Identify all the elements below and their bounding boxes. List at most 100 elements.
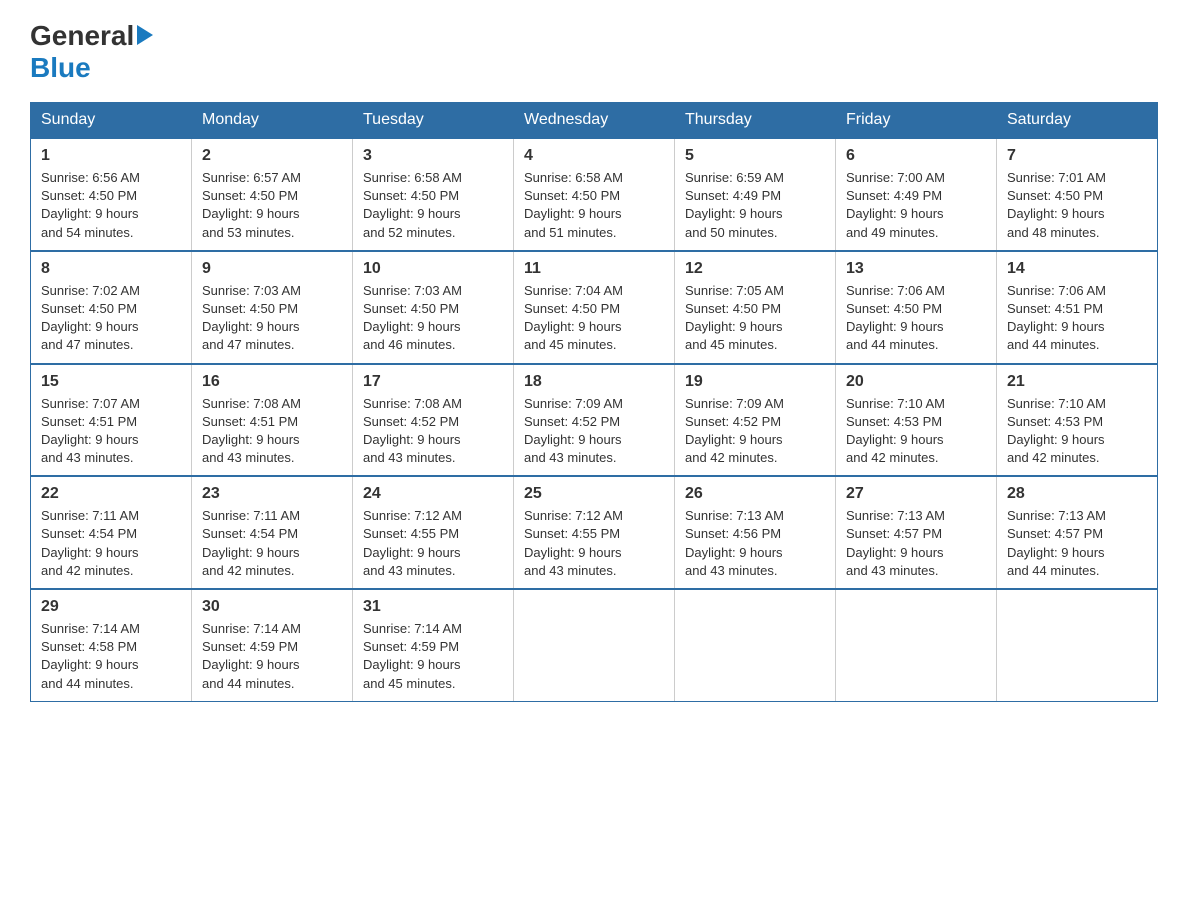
day-info: Sunrise: 6:58 AM Sunset: 4:50 PM Dayligh… <box>524 169 664 242</box>
day-number: 20 <box>846 373 986 391</box>
day-info: Sunrise: 7:12 AM Sunset: 4:55 PM Dayligh… <box>363 507 503 580</box>
day-number: 1 <box>41 147 181 165</box>
header-tuesday: Tuesday <box>353 103 514 139</box>
day-info: Sunrise: 7:03 AM Sunset: 4:50 PM Dayligh… <box>202 282 342 355</box>
calendar-cell: 5 Sunrise: 6:59 AM Sunset: 4:49 PM Dayli… <box>675 138 836 251</box>
day-number: 2 <box>202 147 342 165</box>
day-number: 11 <box>524 260 664 278</box>
day-number: 22 <box>41 485 181 503</box>
calendar-cell <box>997 589 1158 701</box>
logo: General Blue <box>30 20 153 84</box>
day-info: Sunrise: 7:04 AM Sunset: 4:50 PM Dayligh… <box>524 282 664 355</box>
day-number: 6 <box>846 147 986 165</box>
day-info: Sunrise: 6:59 AM Sunset: 4:49 PM Dayligh… <box>685 169 825 242</box>
day-number: 15 <box>41 373 181 391</box>
calendar-cell: 10 Sunrise: 7:03 AM Sunset: 4:50 PM Dayl… <box>353 251 514 364</box>
calendar-cell: 23 Sunrise: 7:11 AM Sunset: 4:54 PM Dayl… <box>192 476 353 589</box>
day-number: 23 <box>202 485 342 503</box>
calendar-cell: 21 Sunrise: 7:10 AM Sunset: 4:53 PM Dayl… <box>997 364 1158 477</box>
calendar-cell: 28 Sunrise: 7:13 AM Sunset: 4:57 PM Dayl… <box>997 476 1158 589</box>
calendar-cell: 17 Sunrise: 7:08 AM Sunset: 4:52 PM Dayl… <box>353 364 514 477</box>
day-number: 14 <box>1007 260 1147 278</box>
day-info: Sunrise: 7:08 AM Sunset: 4:52 PM Dayligh… <box>363 395 503 468</box>
calendar-week-row: 8 Sunrise: 7:02 AM Sunset: 4:50 PM Dayli… <box>31 251 1158 364</box>
calendar-table: SundayMondayTuesdayWednesdayThursdayFrid… <box>30 102 1158 702</box>
day-info: Sunrise: 7:02 AM Sunset: 4:50 PM Dayligh… <box>41 282 181 355</box>
logo-arrow-icon <box>137 25 153 50</box>
calendar-cell <box>675 589 836 701</box>
day-number: 30 <box>202 598 342 616</box>
day-info: Sunrise: 7:08 AM Sunset: 4:51 PM Dayligh… <box>202 395 342 468</box>
day-info: Sunrise: 7:11 AM Sunset: 4:54 PM Dayligh… <box>202 507 342 580</box>
header-thursday: Thursday <box>675 103 836 139</box>
calendar-cell: 7 Sunrise: 7:01 AM Sunset: 4:50 PM Dayli… <box>997 138 1158 251</box>
calendar-cell: 13 Sunrise: 7:06 AM Sunset: 4:50 PM Dayl… <box>836 251 997 364</box>
header-wednesday: Wednesday <box>514 103 675 139</box>
day-info: Sunrise: 7:11 AM Sunset: 4:54 PM Dayligh… <box>41 507 181 580</box>
calendar-cell: 27 Sunrise: 7:13 AM Sunset: 4:57 PM Dayl… <box>836 476 997 589</box>
day-info: Sunrise: 7:10 AM Sunset: 4:53 PM Dayligh… <box>846 395 986 468</box>
calendar-cell: 1 Sunrise: 6:56 AM Sunset: 4:50 PM Dayli… <box>31 138 192 251</box>
day-number: 4 <box>524 147 664 165</box>
day-info: Sunrise: 7:00 AM Sunset: 4:49 PM Dayligh… <box>846 169 986 242</box>
day-info: Sunrise: 7:13 AM Sunset: 4:57 PM Dayligh… <box>1007 507 1147 580</box>
day-info: Sunrise: 7:06 AM Sunset: 4:51 PM Dayligh… <box>1007 282 1147 355</box>
day-info: Sunrise: 7:13 AM Sunset: 4:56 PM Dayligh… <box>685 507 825 580</box>
calendar-week-row: 22 Sunrise: 7:11 AM Sunset: 4:54 PM Dayl… <box>31 476 1158 589</box>
day-number: 28 <box>1007 485 1147 503</box>
day-number: 19 <box>685 373 825 391</box>
calendar-cell: 18 Sunrise: 7:09 AM Sunset: 4:52 PM Dayl… <box>514 364 675 477</box>
day-number: 18 <box>524 373 664 391</box>
calendar-cell: 2 Sunrise: 6:57 AM Sunset: 4:50 PM Dayli… <box>192 138 353 251</box>
calendar-cell: 8 Sunrise: 7:02 AM Sunset: 4:50 PM Dayli… <box>31 251 192 364</box>
day-number: 5 <box>685 147 825 165</box>
day-info: Sunrise: 7:14 AM Sunset: 4:59 PM Dayligh… <box>202 620 342 693</box>
calendar-week-row: 15 Sunrise: 7:07 AM Sunset: 4:51 PM Dayl… <box>31 364 1158 477</box>
day-info: Sunrise: 7:01 AM Sunset: 4:50 PM Dayligh… <box>1007 169 1147 242</box>
day-info: Sunrise: 6:58 AM Sunset: 4:50 PM Dayligh… <box>363 169 503 242</box>
day-number: 21 <box>1007 373 1147 391</box>
day-number: 17 <box>363 373 503 391</box>
day-info: Sunrise: 7:09 AM Sunset: 4:52 PM Dayligh… <box>685 395 825 468</box>
calendar-cell: 12 Sunrise: 7:05 AM Sunset: 4:50 PM Dayl… <box>675 251 836 364</box>
calendar-cell: 19 Sunrise: 7:09 AM Sunset: 4:52 PM Dayl… <box>675 364 836 477</box>
calendar-cell: 22 Sunrise: 7:11 AM Sunset: 4:54 PM Dayl… <box>31 476 192 589</box>
day-number: 31 <box>363 598 503 616</box>
header-friday: Friday <box>836 103 997 139</box>
day-number: 9 <box>202 260 342 278</box>
calendar-cell: 24 Sunrise: 7:12 AM Sunset: 4:55 PM Dayl… <box>353 476 514 589</box>
day-info: Sunrise: 7:12 AM Sunset: 4:55 PM Dayligh… <box>524 507 664 580</box>
day-info: Sunrise: 7:07 AM Sunset: 4:51 PM Dayligh… <box>41 395 181 468</box>
calendar-cell: 31 Sunrise: 7:14 AM Sunset: 4:59 PM Dayl… <box>353 589 514 701</box>
header-saturday: Saturday <box>997 103 1158 139</box>
calendar-cell: 29 Sunrise: 7:14 AM Sunset: 4:58 PM Dayl… <box>31 589 192 701</box>
day-number: 8 <box>41 260 181 278</box>
day-info: Sunrise: 7:13 AM Sunset: 4:57 PM Dayligh… <box>846 507 986 580</box>
day-number: 12 <box>685 260 825 278</box>
day-number: 3 <box>363 147 503 165</box>
calendar-cell: 26 Sunrise: 7:13 AM Sunset: 4:56 PM Dayl… <box>675 476 836 589</box>
day-number: 25 <box>524 485 664 503</box>
calendar-cell: 20 Sunrise: 7:10 AM Sunset: 4:53 PM Dayl… <box>836 364 997 477</box>
day-number: 29 <box>41 598 181 616</box>
page-header: General Blue <box>30 20 1158 84</box>
calendar-cell: 15 Sunrise: 7:07 AM Sunset: 4:51 PM Dayl… <box>31 364 192 477</box>
day-number: 10 <box>363 260 503 278</box>
day-info: Sunrise: 7:05 AM Sunset: 4:50 PM Dayligh… <box>685 282 825 355</box>
calendar-cell: 11 Sunrise: 7:04 AM Sunset: 4:50 PM Dayl… <box>514 251 675 364</box>
logo-general: General <box>30 20 134 52</box>
calendar-week-row: 1 Sunrise: 6:56 AM Sunset: 4:50 PM Dayli… <box>31 138 1158 251</box>
day-number: 13 <box>846 260 986 278</box>
calendar-cell: 4 Sunrise: 6:58 AM Sunset: 4:50 PM Dayli… <box>514 138 675 251</box>
day-info: Sunrise: 7:03 AM Sunset: 4:50 PM Dayligh… <box>363 282 503 355</box>
header-sunday: Sunday <box>31 103 192 139</box>
day-info: Sunrise: 7:14 AM Sunset: 4:59 PM Dayligh… <box>363 620 503 693</box>
day-info: Sunrise: 6:57 AM Sunset: 4:50 PM Dayligh… <box>202 169 342 242</box>
calendar-cell <box>836 589 997 701</box>
day-number: 27 <box>846 485 986 503</box>
header-monday: Monday <box>192 103 353 139</box>
day-number: 16 <box>202 373 342 391</box>
calendar-cell: 9 Sunrise: 7:03 AM Sunset: 4:50 PM Dayli… <box>192 251 353 364</box>
day-info: Sunrise: 7:14 AM Sunset: 4:58 PM Dayligh… <box>41 620 181 693</box>
calendar-cell: 30 Sunrise: 7:14 AM Sunset: 4:59 PM Dayl… <box>192 589 353 701</box>
